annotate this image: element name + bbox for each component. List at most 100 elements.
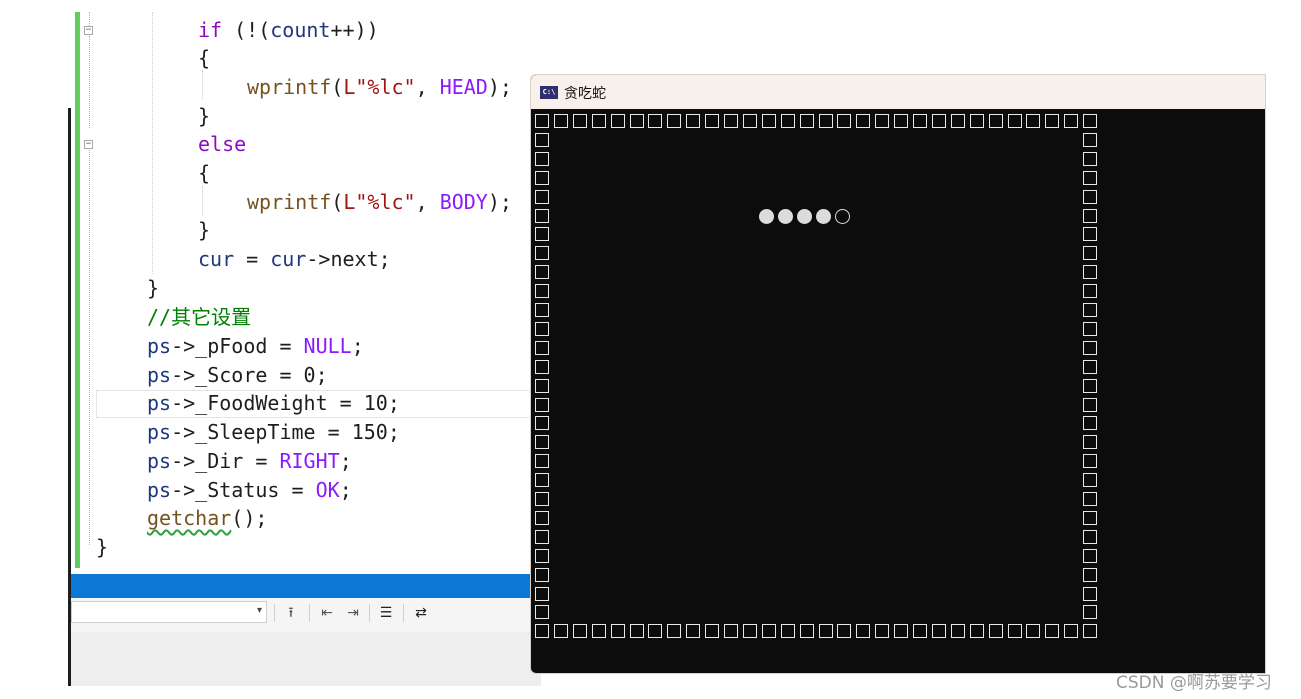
code-token: count [270, 18, 331, 42]
wall-block [913, 624, 927, 639]
output-pane [71, 632, 541, 686]
wall-block [724, 624, 738, 639]
toolbar-separator [403, 604, 404, 622]
code-token: (); [231, 506, 268, 530]
wall-block [535, 397, 549, 412]
wall-block [535, 435, 549, 450]
wall-block [950, 114, 965, 128]
wall-block [950, 624, 965, 639]
wall-block [572, 114, 587, 128]
collapse-toggle-if[interactable]: − [84, 26, 93, 35]
collapse-toggle-else[interactable]: − [84, 140, 93, 149]
snake-body-segment [816, 208, 831, 224]
wall-block [1083, 265, 1098, 280]
code-line[interactable]: ps->_Score = 0; [147, 361, 328, 389]
code-token: ->next; [306, 247, 391, 271]
code-token: ->_Score = 0; [171, 363, 328, 387]
wall-block [535, 548, 549, 563]
wall-block [1064, 624, 1079, 639]
code-line[interactable]: } [147, 274, 159, 302]
wall-block [686, 114, 701, 128]
code-line[interactable]: { [198, 44, 210, 72]
wall-block [535, 624, 549, 639]
wall-block [1026, 624, 1041, 639]
wall-block [535, 265, 549, 280]
code-line[interactable]: wprintf(L"%lc", HEAD); [247, 73, 512, 101]
wall-block [535, 132, 549, 147]
code-token: L"%lc" [343, 190, 416, 214]
code-line[interactable]: ps->_pFood = NULL; [147, 332, 364, 360]
wall-block [818, 624, 833, 639]
wall-block [1083, 321, 1098, 336]
code-token: } [147, 276, 160, 300]
wall-block [1083, 340, 1098, 355]
code-token: getchar [147, 506, 232, 530]
wall-block [535, 416, 549, 431]
snake-body-segment [797, 208, 812, 224]
wall-block [856, 114, 871, 128]
code-line[interactable]: else [198, 130, 246, 158]
snake-body-segment [778, 208, 793, 224]
fold-line [89, 12, 91, 26]
find-next-icon[interactable]: ⇥ [343, 603, 363, 623]
console-titlebar[interactable]: C:\ 贪吃蛇 [531, 75, 1265, 109]
code-line[interactable]: } [198, 216, 210, 244]
code-line[interactable]: } [96, 533, 108, 561]
code-token: ); [487, 190, 512, 214]
code-line[interactable]: { [198, 159, 210, 187]
wall-block [535, 208, 549, 223]
wall-block [1083, 416, 1098, 431]
console-window[interactable]: C:\ 贪吃蛇 [530, 74, 1266, 674]
wall-block [1083, 378, 1098, 393]
wall-block [705, 624, 720, 639]
code-line[interactable]: //其它设置 [147, 303, 251, 331]
clear-all-icon[interactable]: ☰ [376, 603, 396, 623]
wall-block [799, 624, 814, 639]
wall-block [1083, 114, 1098, 128]
code-token: ->_FoodWeight = 10; [171, 391, 400, 415]
snake-body-segment [759, 208, 774, 224]
indent-guide [202, 70, 203, 100]
wall-block [535, 189, 549, 204]
code-token: ); [487, 75, 512, 99]
word-wrap-icon[interactable]: ⇄ [411, 603, 431, 623]
wall-block [535, 586, 549, 601]
code-line[interactable]: ps->_SleepTime = 150; [147, 418, 400, 446]
console-title: 贪吃蛇 [564, 86, 606, 102]
wall-block [1064, 114, 1079, 128]
code-token: ps [147, 420, 172, 444]
output-source-combo[interactable]: ▾ [71, 601, 267, 623]
code-line[interactable]: cur = cur->next; [198, 245, 391, 273]
wall-block [572, 624, 587, 639]
wall-block [535, 284, 549, 299]
wall-block [610, 624, 625, 639]
code-token: if [198, 18, 223, 42]
wall-block [913, 114, 927, 128]
code-token: ps [147, 478, 172, 502]
code-line[interactable]: ps->_FoodWeight = 10; [147, 389, 400, 417]
wall-block [875, 624, 890, 639]
wall-block [1083, 189, 1098, 204]
wall-block [535, 529, 549, 544]
code-token: NULL [303, 334, 352, 358]
wall-block [705, 114, 720, 128]
wall-block [1045, 114, 1060, 128]
code-line[interactable]: wprintf(L"%lc", BODY); [247, 188, 512, 216]
wall-block [535, 454, 549, 469]
code-line[interactable]: if (!(count++)) [198, 16, 379, 44]
wall-block [761, 624, 776, 639]
wall-block [1083, 624, 1098, 639]
code-token: } [96, 535, 109, 559]
wall-block [1083, 529, 1098, 544]
snake-game-board [531, 109, 1265, 673]
go-to-previous-message-icon[interactable]: ⭱ [281, 603, 301, 623]
fold-line [89, 150, 91, 545]
code-token: ps [147, 449, 172, 473]
code-line[interactable]: } [198, 102, 210, 130]
find-previous-icon[interactable]: ⇤ [317, 603, 337, 623]
code-line[interactable]: getchar(); [147, 504, 267, 532]
code-line[interactable]: ps->_Dir = RIGHT; [147, 447, 352, 475]
code-token: L"%lc" [343, 75, 416, 99]
code-token: OK [315, 478, 340, 502]
code-line[interactable]: ps->_Status = OK; [147, 476, 352, 504]
